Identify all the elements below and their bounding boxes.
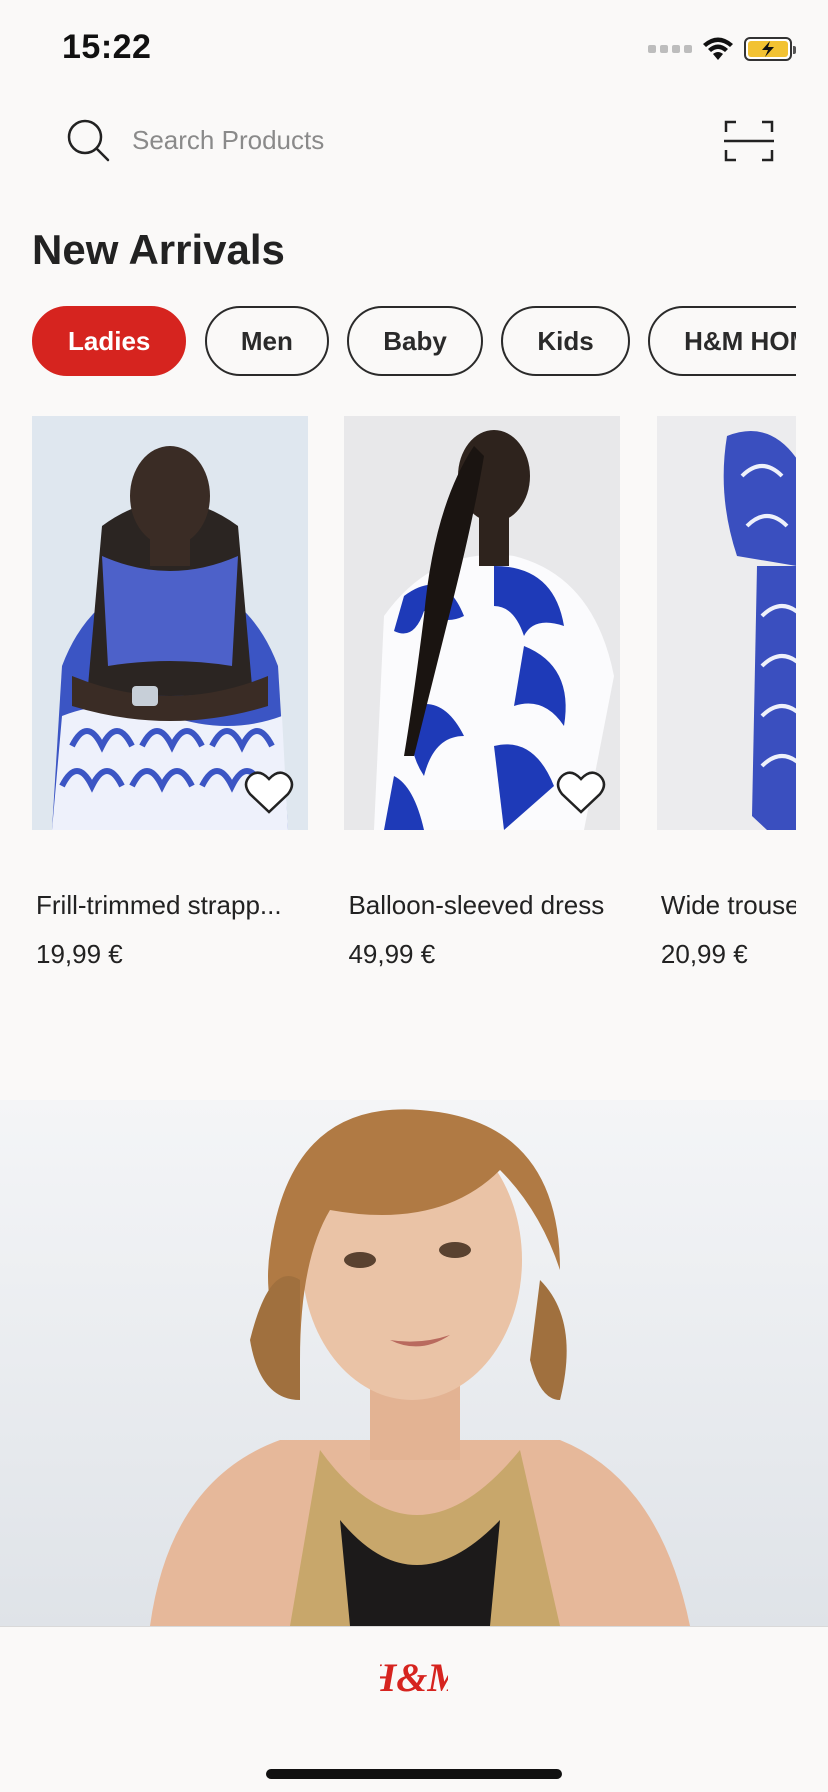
- product-image[interactable]: [32, 416, 308, 830]
- home-indicator[interactable]: [266, 1769, 562, 1779]
- product-carousel: Frill-trimmed strapp... 19,99 € Balloon-…: [32, 416, 796, 976]
- heart-icon[interactable]: [556, 768, 606, 816]
- chip-kids[interactable]: Kids: [501, 306, 630, 376]
- status-time: 15:22: [62, 28, 152, 66]
- heart-icon[interactable]: [244, 768, 294, 816]
- cellular-signal-icon: [648, 45, 692, 53]
- search-input[interactable]: [132, 116, 572, 164]
- status-bar: 15:22: [0, 0, 828, 100]
- product-card[interactable]: Balloon-sleeved dress 49,99 €: [344, 416, 621, 970]
- chip-baby[interactable]: Baby: [347, 306, 483, 376]
- chip-ladies[interactable]: Ladies: [32, 306, 187, 376]
- search-bar: [0, 100, 828, 180]
- product-card[interactable]: Wide trousers 20,99 €: [656, 416, 796, 970]
- svg-text:H&M: H&M: [380, 1655, 448, 1700]
- chip-hm-home[interactable]: H&M HOME: [648, 306, 796, 376]
- category-chips: Ladies Men Baby Kids H&M HOME: [32, 306, 796, 376]
- bottom-bar: H&M: [0, 1626, 828, 1792]
- product-image[interactable]: [344, 416, 621, 830]
- chip-men[interactable]: Men: [204, 306, 329, 376]
- product-name: Frill-trimmed strapp...: [36, 890, 282, 920]
- battery-icon: [744, 37, 796, 61]
- product-price: 20,99 €: [660, 939, 748, 969]
- scan-icon[interactable]: [724, 120, 774, 162]
- search-icon[interactable]: [66, 118, 110, 162]
- product-price: 19,99 €: [36, 939, 123, 969]
- product-price: 49,99 €: [348, 939, 436, 969]
- product-card[interactable]: Frill-trimmed strapp... 19,99 €: [32, 416, 308, 970]
- product-image[interactable]: [656, 416, 796, 830]
- status-icons: [648, 34, 796, 64]
- product-name: Balloon-sleeved dress: [348, 890, 605, 920]
- hm-logo[interactable]: H&M: [380, 1651, 448, 1701]
- hero-banner[interactable]: [0, 1100, 828, 1626]
- wifi-icon: [703, 37, 733, 60]
- product-name: Wide trousers: [660, 890, 796, 920]
- section-title: New Arrivals: [32, 226, 285, 273]
